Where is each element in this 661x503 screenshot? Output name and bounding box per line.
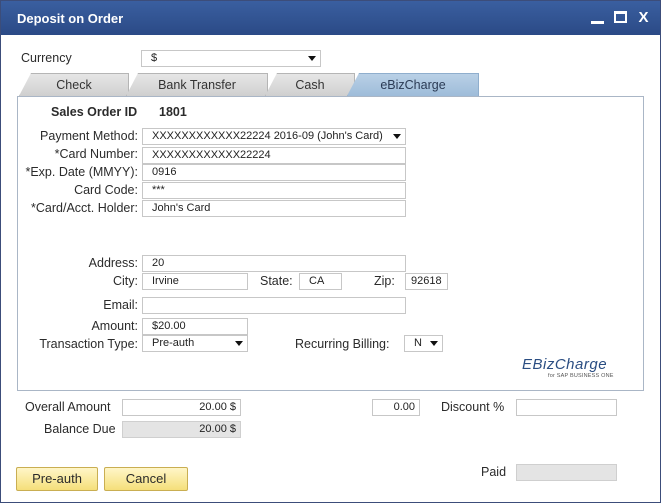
overall-amount-label: Overall Amount [25, 400, 111, 414]
deposit-window: Deposit on Order X Currency $ Check Bank… [0, 0, 661, 503]
paid-label: Paid [481, 465, 507, 479]
discount-percent-field[interactable] [516, 399, 617, 416]
recurring-billing-dropdown[interactable]: N [404, 335, 443, 352]
tab-bank-transfer[interactable]: Bank Transfer [126, 73, 268, 96]
transaction-type-label: Transaction Type: [39, 337, 138, 351]
email-label: Email: [103, 298, 138, 312]
ebizcharge-logo: EBizCharge for SAP BUSINESS ONE [522, 356, 624, 382]
exp-date-field[interactable]: 0916 [142, 164, 406, 181]
paid-field [516, 464, 617, 481]
email-field[interactable] [142, 297, 406, 314]
close-icon[interactable]: X [635, 9, 652, 26]
window-title: Deposit on Order [17, 11, 124, 26]
tab-label: eBizCharge [380, 78, 446, 92]
address-label: Address: [88, 256, 138, 270]
sales-order-label: Sales Order ID [51, 105, 138, 119]
balance-due-label: Balance Due [44, 422, 116, 436]
maximize-icon[interactable] [612, 9, 629, 26]
tab-label: Check [56, 78, 92, 92]
minimize-icon[interactable] [589, 9, 606, 26]
discount-label: Discount % [441, 400, 505, 414]
currency-dropdown[interactable]: $ [141, 50, 321, 67]
tab-cash[interactable]: Cash [265, 73, 355, 96]
zip-field[interactable]: 92618 [405, 273, 448, 290]
chevron-down-icon [393, 134, 401, 139]
chevron-down-icon [235, 341, 243, 346]
card-code-label: Card Code: [74, 183, 138, 197]
address-field[interactable]: 20 [142, 255, 406, 272]
card-number-field[interactable]: XXXXXXXXXXXX22224 [142, 147, 406, 164]
city-field[interactable]: Irvine [142, 273, 248, 290]
tab-label: Cash [295, 78, 325, 92]
currency-value: $ [151, 52, 158, 64]
discount-amount-field[interactable]: 0.00 [372, 399, 420, 416]
tab-ebizcharge[interactable]: eBizCharge [347, 73, 479, 96]
amount-label: Amount: [91, 319, 138, 333]
balance-due-field: 20.00 $ [122, 421, 241, 438]
overall-amount-field[interactable]: 20.00 $ [122, 399, 241, 416]
state-field[interactable]: CA [299, 273, 342, 290]
tab-check[interactable]: Check [19, 73, 129, 96]
payment-method-label: Payment Method: [40, 129, 138, 143]
amount-field[interactable]: $20.00 [142, 318, 248, 335]
logo-main-text: EBizCharge [522, 356, 608, 373]
exp-date-label: *Exp. Date (MMYY): [25, 165, 138, 179]
city-label: City: [113, 274, 138, 288]
cancel-button[interactable]: Cancel [104, 467, 188, 491]
pre-auth-button[interactable]: Pre-auth [16, 467, 98, 491]
card-code-field[interactable]: *** [142, 182, 406, 199]
title-bar[interactable]: Deposit on Order X [1, 1, 660, 35]
payment-method-dropdown[interactable]: XXXXXXXXXXXX22224 2016-09 (John's Card) [142, 128, 406, 145]
chevron-down-icon [308, 56, 316, 61]
tab-label: Bank Transfer [158, 78, 236, 92]
transaction-type-dropdown[interactable]: Pre-auth [142, 335, 248, 352]
card-holder-label: *Card/Acct. Holder: [31, 201, 138, 215]
card-holder-field[interactable]: John's Card [142, 200, 406, 217]
sales-order-id: 1801 [159, 105, 187, 119]
chevron-down-icon [430, 341, 438, 346]
state-label: State: [260, 274, 293, 288]
card-number-label: *Card Number: [54, 147, 138, 161]
recurring-billing-value: N [414, 337, 422, 349]
logo-sub-text: for SAP BUSINESS ONE [548, 373, 614, 379]
currency-label: Currency [21, 51, 72, 65]
zip-label: Zip: [374, 274, 395, 288]
transaction-type-value: Pre-auth [152, 337, 195, 349]
recurring-billing-label: Recurring Billing: [295, 337, 390, 351]
payment-method-value: XXXXXXXXXXXX22224 2016-09 (John's Card) [152, 130, 383, 142]
